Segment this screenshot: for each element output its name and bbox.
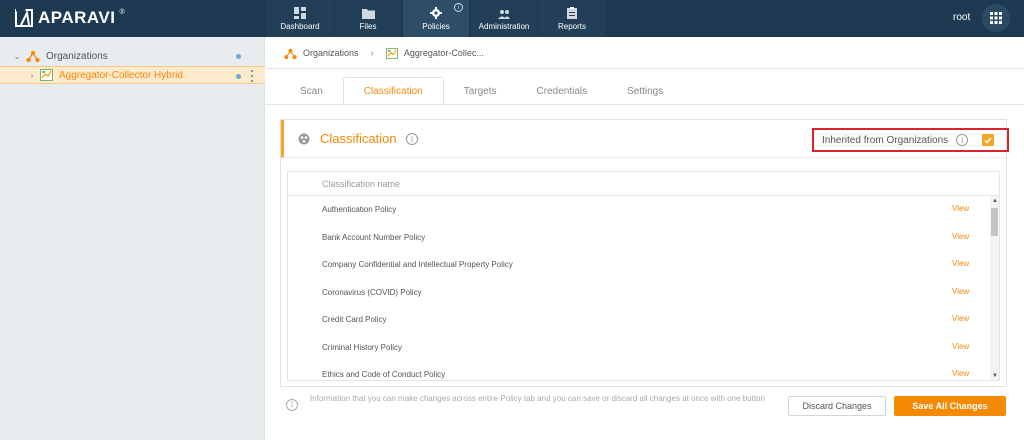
tab-targets[interactable]: Targets xyxy=(444,77,517,105)
view-link[interactable]: View xyxy=(952,342,969,351)
grid-apps-icon xyxy=(990,12,1002,24)
table-scrollbar[interactable]: ▲ ▼ xyxy=(990,196,999,380)
view-link[interactable]: View xyxy=(952,369,969,378)
expand-caret-icon[interactable]: ⌄ xyxy=(12,52,22,61)
save-all-changes-button[interactable]: Save All Changes xyxy=(894,396,1006,416)
breadcrumb-organizations[interactable]: Organizations xyxy=(303,48,359,58)
nav-reports-label: Reports xyxy=(557,22,586,31)
tab-scan[interactable]: Scan xyxy=(280,77,343,105)
folder-icon xyxy=(361,9,375,19)
sidebar-tree: ⌄ Organizations › Aggregator-Collector H… xyxy=(0,37,265,440)
tab-credentials[interactable]: Credentials xyxy=(517,77,608,105)
main-content: Organizations › Aggregator-Collec... Sca… xyxy=(266,37,1024,440)
classification-name: Credit Card Policy xyxy=(322,315,387,325)
organization-icon xyxy=(26,50,40,62)
classification-name: Ethics and Code of Conduct Policy xyxy=(322,370,446,380)
aparavi-logo[interactable]: APARAVI ® xyxy=(14,6,125,30)
check-icon xyxy=(984,137,992,144)
view-link[interactable]: View xyxy=(952,232,969,241)
nav-files[interactable]: Files xyxy=(335,0,401,37)
tree-item-organizations[interactable]: ⌄ Organizations xyxy=(0,47,265,65)
table-row[interactable]: Credit Card Policy View xyxy=(288,306,999,334)
view-link[interactable]: View xyxy=(952,287,969,296)
organization-icon xyxy=(284,48,297,59)
table-row[interactable]: Criminal History Policy View xyxy=(288,334,999,362)
gear-icon xyxy=(430,7,442,19)
table-row[interactable]: Company Confidential and Intellectual Pr… xyxy=(288,251,999,279)
users-icon xyxy=(498,10,510,19)
clipboard-icon xyxy=(567,7,577,19)
scrollbar-thumb[interactable] xyxy=(991,208,998,236)
scroll-down-arrow-icon[interactable]: ▼ xyxy=(992,373,998,379)
nav-administration-label: Administration xyxy=(478,22,530,31)
footer-info: i Information that you can make changes … xyxy=(286,393,766,411)
view-link[interactable]: View xyxy=(952,314,969,323)
hybrid-node-icon xyxy=(385,47,398,59)
classification-name: Bank Account Number Policy xyxy=(322,232,426,242)
inherited-toggle[interactable]: Inherited from Organizations i xyxy=(812,128,1009,152)
table-row[interactable]: Ethics and Code of Conduct Policy View xyxy=(288,361,999,380)
nav-policies-label: Policies xyxy=(422,22,450,31)
column-header-classification-name: Classification name xyxy=(288,172,999,196)
status-dot xyxy=(236,54,241,59)
info-icon: i xyxy=(286,399,298,411)
nav-policies[interactable]: i Policies xyxy=(403,0,469,37)
collapsed-caret-icon[interactable]: › xyxy=(27,71,37,80)
tree-item-aggregator-collector[interactable]: › Aggregator-Collector Hybrid xyxy=(0,66,265,84)
scroll-up-arrow-icon[interactable]: ▲ xyxy=(992,198,998,204)
panel-title: Classification xyxy=(320,131,397,146)
panel-header: Classification i Inherited from Organiza… xyxy=(281,120,1009,158)
nav-dashboard-label: Dashboard xyxy=(280,22,320,31)
breadcrumb: Organizations › Aggregator-Collec... xyxy=(284,45,484,61)
discard-changes-button[interactable]: Discard Changes xyxy=(788,396,886,416)
footer-info-text: Information that you can make changes ac… xyxy=(310,394,765,403)
tab-classification[interactable]: Classification xyxy=(342,77,444,105)
status-dot xyxy=(236,74,241,79)
nav-administration[interactable]: Administration xyxy=(471,0,537,37)
nav-dashboard[interactable]: Dashboard xyxy=(267,0,333,37)
inherited-label: Inherited from Organizations xyxy=(822,134,949,146)
view-link[interactable]: View xyxy=(952,259,969,268)
apps-menu-button[interactable] xyxy=(982,4,1010,32)
table-body: Authentication Policy View Bank Account Nu… xyxy=(288,196,999,380)
classification-icon xyxy=(298,133,310,145)
classification-panel: Classification i Inherited from Organiza… xyxy=(280,119,1009,387)
user-name[interactable]: root xyxy=(953,12,970,23)
tree-item-organizations-label: Organizations xyxy=(46,50,108,62)
breadcrumb-separator: › xyxy=(370,47,374,59)
view-link[interactable]: View xyxy=(952,204,969,213)
tree-item-aggregator-label: Aggregator-Collector Hybrid xyxy=(59,69,183,81)
policies-info-badge: i xyxy=(454,3,463,12)
table-row[interactable]: Coronavirus (COVID) Policy View xyxy=(288,279,999,307)
breadcrumb-aggregator[interactable]: Aggregator-Collec... xyxy=(404,48,484,58)
policy-tabs: Scan Classification Targets Credentials … xyxy=(280,77,683,105)
logo-text: APARAVI xyxy=(38,8,116,27)
tab-underline xyxy=(266,104,1024,105)
main-nav: Dashboard Files i Policies Administratio… xyxy=(267,0,605,37)
logo-mark-icon xyxy=(14,8,34,28)
top-navigation-bar: APARAVI ® Dashboard Files i Policies Adm… xyxy=(0,0,1024,37)
classification-name: Coronavirus (COVID) Policy xyxy=(322,287,422,297)
classification-table: Classification name Authentication Polic… xyxy=(287,171,1000,381)
nav-files-label: Files xyxy=(359,22,377,31)
table-row[interactable]: Bank Account Number Policy View xyxy=(288,224,999,252)
info-icon[interactable]: i xyxy=(956,134,969,146)
dashboard-icon xyxy=(294,7,306,19)
registered-mark: ® xyxy=(119,8,125,16)
more-options-icon[interactable] xyxy=(250,70,254,82)
info-icon[interactable]: i xyxy=(406,133,418,145)
classification-name: Company Confidential and Intellectual Pr… xyxy=(322,260,513,270)
classification-name: Authentication Policy xyxy=(322,205,397,215)
tab-settings[interactable]: Settings xyxy=(607,77,683,105)
inherited-checkbox[interactable] xyxy=(982,134,995,146)
nav-reports[interactable]: Reports xyxy=(539,0,605,37)
hybrid-node-icon xyxy=(40,69,53,81)
divider xyxy=(266,68,1024,69)
classification-name: Criminal History Policy xyxy=(322,342,403,352)
table-row[interactable]: Authentication Policy View xyxy=(288,196,999,224)
